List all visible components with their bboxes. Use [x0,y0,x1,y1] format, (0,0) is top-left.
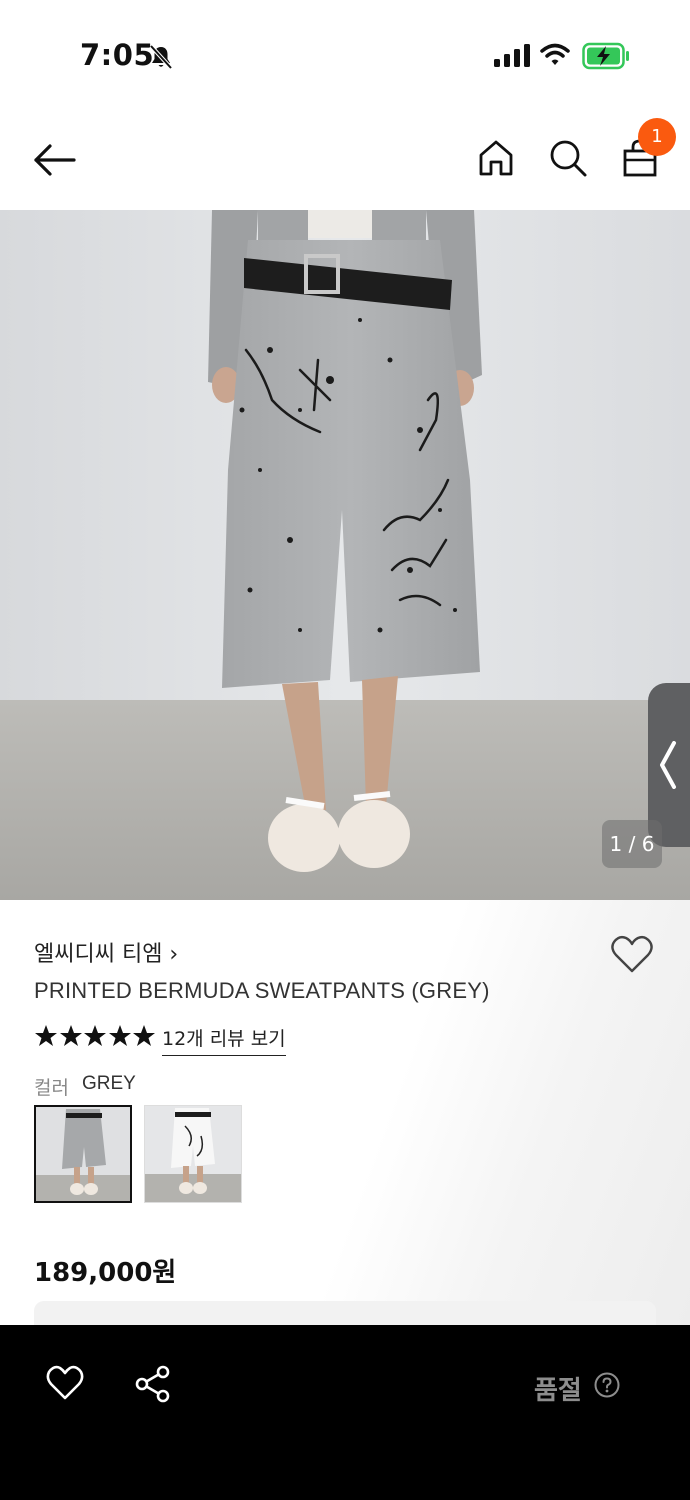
back-arrow-icon[interactable] [32,140,78,180]
product-name: PRINTED BERMUDA SWEATPANTS (GREY) [34,978,490,1003]
rating-stars [34,1024,157,1050]
color-value: GREY [82,1073,136,1094]
signal-icon [494,44,530,67]
chevron-left-icon [660,741,676,789]
wifi-icon [540,43,570,65]
color-label: 컬러 [34,1077,69,1099]
star-icon [108,1025,131,1046]
bottom-action-bar: 품절 [0,1325,690,1500]
product-price: 189,000원 [34,1258,177,1288]
status-bar: 7:05 [0,0,690,110]
brand-link[interactable]: 엘씨디씨 티엠 › [34,936,178,968]
product-image-gallery[interactable]: 1 / 6 [0,210,690,900]
star-icon [59,1025,82,1046]
heart-outline-icon[interactable] [46,1365,84,1401]
color-swatch-white[interactable] [144,1105,242,1203]
status-time: 7:05 [80,38,155,72]
home-icon[interactable] [476,138,516,178]
search-icon[interactable] [548,138,588,178]
swatch-grey-thumbnail [36,1107,130,1201]
heart-outline-icon[interactable] [610,934,654,974]
share-icon[interactable] [134,1365,172,1403]
cart-count-badge: 1 [638,118,676,156]
star-icon [133,1025,155,1046]
battery-charging-icon [582,42,629,70]
image-counter: 1 / 6 [602,820,662,868]
product-info: 엘씨디씨 티엠 › PRINTED BERMUDA SWEATPANTS (GR… [0,900,690,1341]
help-circle-icon[interactable] [594,1372,620,1398]
product-photo [0,210,690,900]
review-link[interactable]: 12개 리뷰 보기 [162,1024,286,1056]
top-nav: 1 [0,110,690,210]
color-swatch-grey[interactable] [34,1105,132,1203]
soldout-label: 품절 [534,1376,582,1406]
star-icon [84,1025,106,1046]
swatch-white-thumbnail [145,1106,241,1202]
star-icon [35,1025,57,1046]
bell-slash-icon [149,44,173,70]
